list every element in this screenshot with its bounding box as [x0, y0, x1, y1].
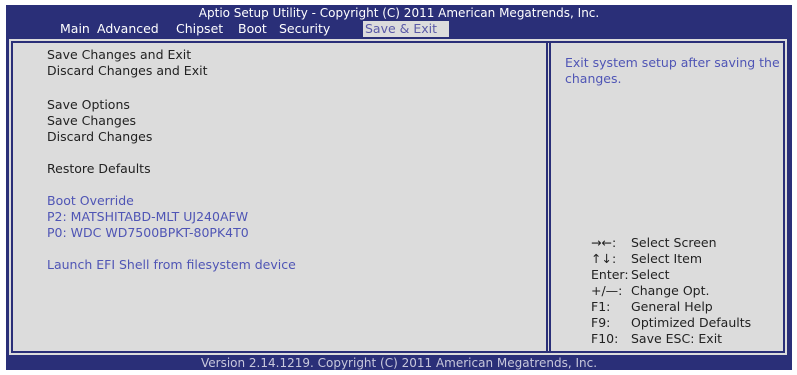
key-desc: Optimized Defaults: [631, 315, 752, 330]
content-panel: Save Changes and Exit Discard Changes an…: [9, 39, 787, 355]
save-changes-option[interactable]: Save Changes: [47, 113, 136, 129]
bios-window: Aptio Setup Utility - Copyright (C) 2011…: [6, 5, 792, 370]
key-label: F1:: [591, 299, 611, 314]
tab-advanced[interactable]: Advanced: [95, 21, 161, 37]
tab-chipset[interactable]: Chipset: [174, 21, 225, 37]
key-desc: Save ESC: Exit: [631, 331, 723, 346]
tab-boot[interactable]: Boot: [236, 21, 269, 37]
key-label: Enter:: [591, 267, 629, 282]
key-label: +/—:: [591, 283, 623, 298]
key-desc: Select: [631, 267, 670, 282]
save-changes-exit-option[interactable]: Save Changes and Exit: [47, 47, 191, 63]
arrow-left-right-icon: →←:: [591, 235, 617, 250]
tab-save-exit[interactable]: Save & Exit: [363, 21, 449, 37]
key-desc: General Help: [631, 299, 713, 314]
help-text: Exit system setup after saving the chang…: [565, 55, 780, 86]
boot-override-device-1[interactable]: P2: MATSHITABD-MLT UJ240AFW: [47, 209, 248, 225]
restore-defaults-option[interactable]: Restore Defaults: [47, 161, 151, 177]
key-desc: Select Screen: [631, 235, 717, 250]
launch-efi-shell-option[interactable]: Launch EFI Shell from filesystem device: [47, 257, 296, 273]
tab-security[interactable]: Security: [277, 21, 332, 37]
boot-override-device-2[interactable]: P0: WDC WD7500BPKT-80PK4T0: [47, 225, 249, 241]
key-label: F10:: [591, 331, 619, 346]
arrow-up-down-icon: ↑↓:: [591, 251, 617, 266]
key-desc: Change Opt.: [631, 283, 710, 298]
discard-changes-option[interactable]: Discard Changes: [47, 129, 152, 145]
tab-main[interactable]: Main: [58, 21, 92, 37]
version-footer: Version 2.14.1219. Copyright (C) 2011 Am…: [200, 356, 598, 370]
panel-divider: [546, 41, 551, 353]
key-label: F9:: [591, 315, 611, 330]
window-title: Aptio Setup Utility - Copyright (C) 2011…: [198, 6, 600, 20]
menu-bar: Main Advanced Chipset Boot Security Save…: [6, 21, 792, 37]
discard-changes-exit-option[interactable]: Discard Changes and Exit: [47, 63, 207, 79]
key-desc: Select Item: [631, 251, 702, 266]
boot-override-heading: Boot Override: [47, 193, 134, 208]
save-options-heading: Save Options: [47, 97, 130, 112]
